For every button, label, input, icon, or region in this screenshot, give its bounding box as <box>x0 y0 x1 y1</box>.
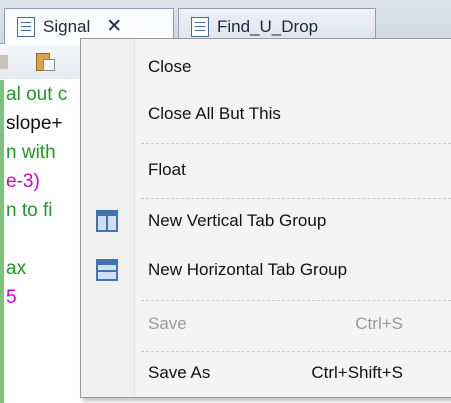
menu-item-label: New Vertical Tab Group <box>148 211 327 230</box>
horizontal-tab-group-icon <box>96 259 118 281</box>
menu-item-shortcut: Ctrl+Shift+S <box>311 363 403 382</box>
menu-item-new-vertical-tab-group[interactable]: New Vertical Tab Group <box>81 202 451 240</box>
menu-item-close-all-but-this[interactable]: Close All But This <box>81 95 451 133</box>
menu-item-label: Close All But This <box>148 104 281 123</box>
document-icon <box>191 16 209 37</box>
copy-icon[interactable] <box>0 51 22 73</box>
paste-icon[interactable] <box>36 51 58 73</box>
tab-context-menu: Close Close All But This Float New Verti… <box>80 38 451 398</box>
menu-item-save[interactable]: Save Ctrl+S <box>81 305 451 343</box>
menu-item-label: Save As <box>148 363 211 382</box>
menu-item-label: Close <box>148 57 192 76</box>
menu-item-label: Float <box>148 160 186 179</box>
menu-item-new-horizontal-tab-group[interactable]: New Horizontal Tab Group <box>81 251 451 289</box>
tab-label: Find_U_Drop <box>217 16 319 36</box>
menu-separator <box>141 351 451 352</box>
close-icon[interactable]: ✕ <box>106 15 122 38</box>
tab-label: Signal <box>43 16 91 36</box>
menu-separator <box>141 143 451 144</box>
menu-separator <box>141 300 451 301</box>
menu-item-save-as[interactable]: Save As Ctrl+Shift+S <box>81 354 451 392</box>
menu-item-shortcut: Ctrl+S <box>355 314 403 333</box>
document-icon <box>17 16 35 37</box>
editor-toolbar <box>0 45 90 79</box>
menu-item-close[interactable]: Close <box>81 48 451 86</box>
menu-item-float[interactable]: Float <box>81 151 451 189</box>
vertical-tab-group-icon <box>96 210 118 232</box>
menu-item-label: New Horizontal Tab Group <box>148 260 348 279</box>
menu-item-label: Save <box>148 314 187 333</box>
menu-separator <box>141 198 451 199</box>
